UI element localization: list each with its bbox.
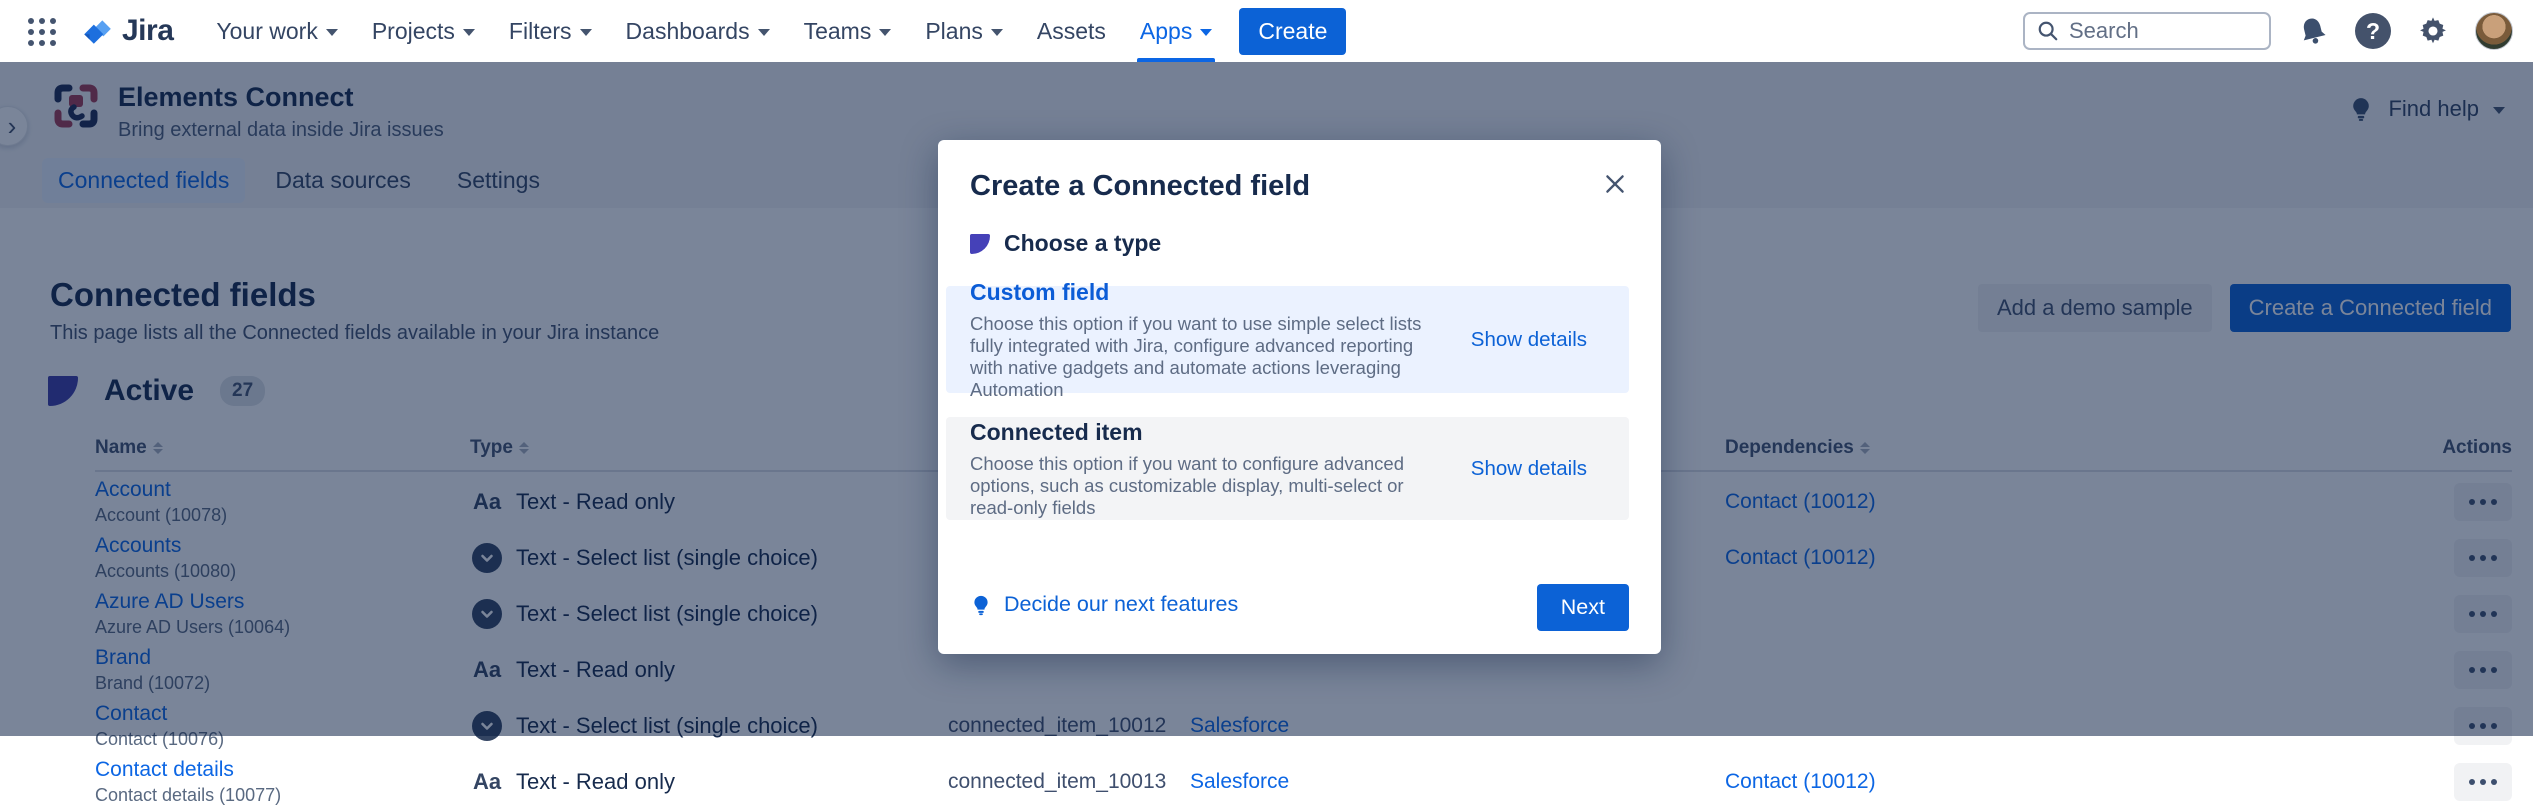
search-icon — [2037, 20, 2059, 42]
nav-item-apps[interactable]: Apps — [1123, 0, 1229, 62]
chevron-down-icon — [758, 29, 770, 36]
elements-quarter-icon — [970, 234, 990, 254]
option-description: Choose this option if you want to config… — [970, 453, 1445, 519]
search-input[interactable] — [2069, 18, 2257, 44]
decide-next-features-link[interactable]: Decide our next features — [970, 592, 1238, 617]
jira-mark-icon — [80, 14, 114, 48]
option-description: Choose this option if you want to use si… — [970, 313, 1445, 401]
option-title: Custom field — [970, 279, 1445, 306]
text-type-icon: Aa — [470, 769, 504, 795]
nav-item-your-work[interactable]: Your work — [199, 0, 354, 62]
create-button[interactable]: Create — [1239, 8, 1346, 55]
user-avatar[interactable] — [2475, 12, 2513, 50]
option-custom-field[interactable]: Custom field Choose this option if you w… — [946, 286, 1629, 393]
option-title: Connected item — [970, 419, 1445, 446]
top-navigation: Jira Your work Projects Filters Dashboar… — [0, 0, 2533, 62]
main-menu: Your work Projects Filters Dashboards Te… — [199, 0, 1229, 62]
search-box[interactable] — [2023, 12, 2271, 50]
create-connected-field-modal: Create a Connected field Choose a type C… — [938, 140, 1661, 654]
choose-type-section: Choose a type — [970, 230, 1161, 257]
settings-gear-icon[interactable] — [2417, 15, 2449, 47]
nav-item-plans[interactable]: Plans — [908, 0, 1020, 62]
close-icon[interactable] — [1595, 164, 1635, 204]
more-actions-icon[interactable] — [2454, 763, 2512, 801]
chevron-down-icon — [1200, 29, 1212, 36]
nav-right-cluster: ? — [2023, 12, 2513, 50]
nav-item-filters[interactable]: Filters — [492, 0, 609, 62]
table-row: Contact details Contact details (10077) … — [95, 754, 2512, 810]
field-name-link[interactable]: Contact details — [95, 758, 234, 782]
nav-item-dashboards[interactable]: Dashboards — [609, 0, 787, 62]
show-details-link[interactable]: Show details — [1471, 328, 1609, 352]
show-details-link[interactable]: Show details — [1471, 457, 1609, 481]
chevron-down-icon — [879, 29, 891, 36]
next-button[interactable]: Next — [1537, 584, 1629, 631]
lightbulb-icon — [970, 594, 992, 616]
data-source-link[interactable]: Salesforce — [1190, 770, 1289, 793]
choose-type-label: Choose a type — [1004, 230, 1161, 257]
jira-logo[interactable]: Jira — [80, 14, 173, 48]
chevron-down-icon — [580, 29, 592, 36]
field-key: connected_item_10013 — [948, 770, 1190, 794]
nav-item-assets[interactable]: Assets — [1020, 0, 1123, 62]
modal-title: Create a Connected field — [970, 170, 1310, 203]
help-icon[interactable]: ? — [2355, 13, 2391, 49]
chevron-down-icon — [463, 29, 475, 36]
field-subtitle: Contact details (10077) — [95, 785, 470, 806]
type-label: Text - Read only — [516, 769, 675, 795]
nav-item-teams[interactable]: Teams — [787, 0, 909, 62]
option-connected-item[interactable]: Connected item Choose this option if you… — [946, 417, 1629, 520]
jira-logo-text: Jira — [122, 14, 173, 48]
chevron-down-icon — [326, 29, 338, 36]
nav-item-projects[interactable]: Projects — [355, 0, 492, 62]
notifications-bell-icon[interactable] — [2297, 15, 2329, 47]
dependency-link[interactable]: Contact (10012) — [1725, 770, 1876, 793]
app-switcher-icon[interactable] — [26, 16, 56, 46]
chevron-down-icon — [991, 29, 1003, 36]
